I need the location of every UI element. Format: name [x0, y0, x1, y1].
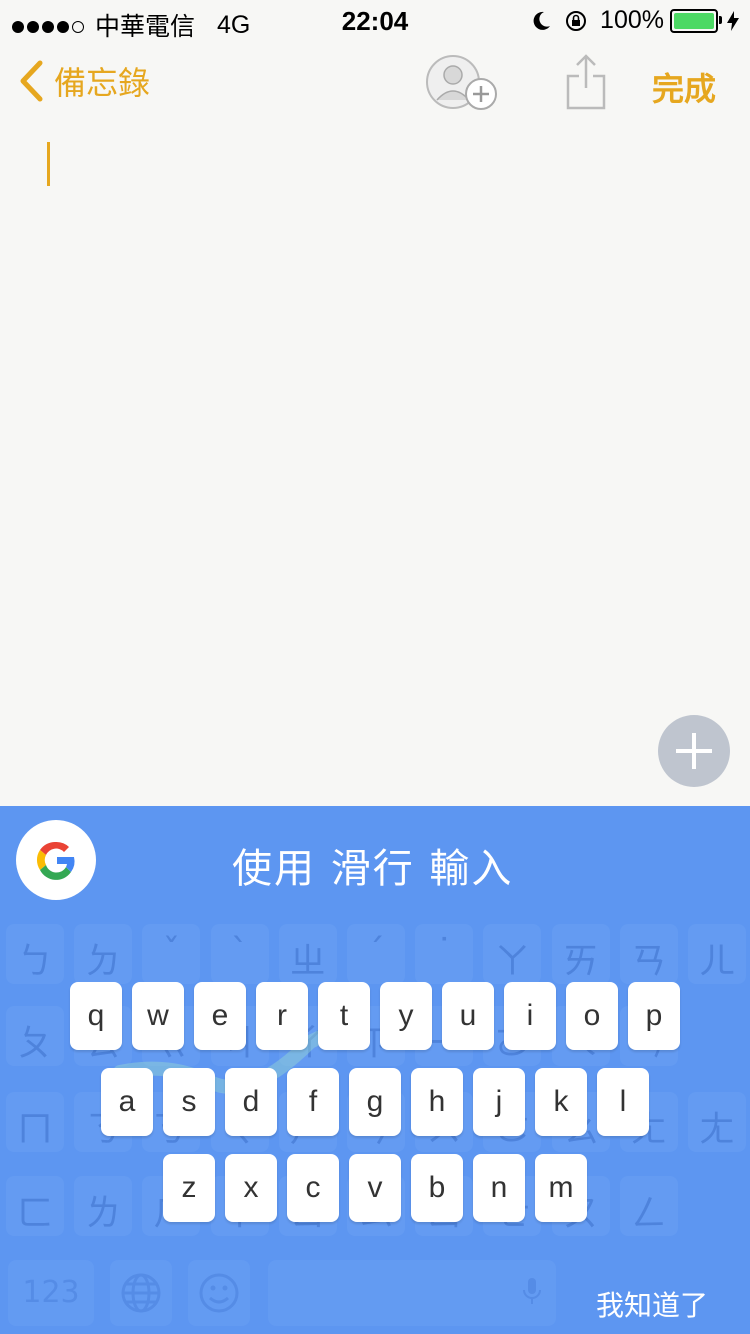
- share-icon[interactable]: [564, 52, 608, 112]
- status-right: 100%: [530, 6, 740, 35]
- status-bar: 中華電信 4G 22:04 100%: [0, 0, 750, 41]
- microphone-icon: [523, 1278, 541, 1304]
- key-d[interactable]: d: [225, 1068, 277, 1136]
- key-f[interactable]: f: [287, 1068, 339, 1136]
- globe-icon[interactable]: [110, 1260, 172, 1326]
- ghost-zhuyin-key: ㄉ: [85, 941, 122, 982]
- ghost-zhuyin-key: ㄦ: [698, 941, 735, 982]
- key-i[interactable]: i: [504, 982, 556, 1050]
- key-p[interactable]: p: [628, 982, 680, 1050]
- key-w[interactable]: w: [132, 982, 184, 1050]
- battery-icon: [670, 8, 722, 33]
- ghost-zhuyin-key: ㄅ: [16, 941, 53, 982]
- ghost-zhuyin-key: ㄇ: [16, 1109, 53, 1150]
- key-u[interactable]: u: [442, 982, 494, 1050]
- add-person-icon[interactable]: [425, 54, 499, 114]
- add-attachment-button[interactable]: [658, 715, 730, 787]
- key-t[interactable]: t: [318, 982, 370, 1050]
- nav-bar: 備忘錄 完成: [0, 40, 750, 130]
- key-v[interactable]: v: [349, 1154, 401, 1222]
- key-q[interactable]: q: [70, 982, 122, 1050]
- space-key[interactable]: [268, 1260, 556, 1326]
- key-y[interactable]: y: [380, 982, 432, 1050]
- ghost-zhuyin-key: ˋ: [230, 932, 249, 973]
- key-o[interactable]: o: [566, 982, 618, 1050]
- battery-percent: 100%: [600, 6, 664, 34]
- done-button[interactable]: 完成: [652, 64, 716, 110]
- dismiss-hint-button[interactable]: 我知道了: [596, 1284, 708, 1324]
- ghost-zhuyin-key: ˊ: [367, 932, 385, 973]
- back-button[interactable]: 備忘錄: [18, 58, 150, 104]
- key-b[interactable]: b: [411, 1154, 463, 1222]
- key-m[interactable]: m: [535, 1154, 587, 1222]
- key-l[interactable]: l: [597, 1068, 649, 1136]
- key-g[interactable]: g: [349, 1068, 401, 1136]
- key-j[interactable]: j: [473, 1068, 525, 1136]
- key-r[interactable]: r: [256, 982, 308, 1050]
- ghost-zhuyin-key: ㄓ: [289, 941, 326, 982]
- numbers-key[interactable]: 123: [8, 1260, 94, 1326]
- moon-icon: [533, 11, 551, 30]
- charging-bolt-icon: [727, 10, 739, 31]
- ghost-zhuyin-key: ˇ: [162, 932, 181, 973]
- ghost-zhuyin-key: ㄚ: [494, 941, 531, 982]
- ghost-zhuyin-key: ˙: [435, 932, 454, 973]
- ghost-zhuyin-key: ㄈ: [16, 1193, 53, 1234]
- ghost-zhuyin-key: ㄞ: [562, 941, 599, 982]
- ghost-zhuyin-key: ㄥ: [630, 1193, 667, 1234]
- rotation-lock-icon: [566, 10, 587, 31]
- key-s[interactable]: s: [163, 1068, 215, 1136]
- chevron-left-icon: [20, 60, 43, 102]
- keyboard-bottom-bar: 123 我知道了: [0, 1252, 750, 1334]
- text-cursor: [47, 142, 50, 186]
- key-n[interactable]: n: [473, 1154, 525, 1222]
- key-z[interactable]: z: [163, 1154, 215, 1222]
- google-logo-icon[interactable]: [16, 820, 96, 900]
- key-e[interactable]: e: [194, 982, 246, 1050]
- key-a[interactable]: a: [101, 1068, 153, 1136]
- gboard-keyboard[interactable]: 使用 滑行 輸入 ㄅㄉˇˋㄓˊ˙ㄚㄞㄢㄦㄆㄊㄍㄐㄔㄗㄧㄛㄟㄣㄇㄋㄎㄑㄕㄘㄨㄜㄠㄤ…: [0, 806, 750, 1334]
- key-x[interactable]: x: [225, 1154, 277, 1222]
- ghost-zhuyin-key: ㄆ: [16, 1023, 53, 1064]
- ghost-zhuyin-key: ㄢ: [630, 941, 667, 982]
- keyboard-hint-title: 使用 滑行 輸入: [232, 846, 514, 892]
- ghost-zhuyin-key: ㄌ: [85, 1193, 122, 1234]
- key-k[interactable]: k: [535, 1068, 587, 1136]
- key-c[interactable]: c: [287, 1154, 339, 1222]
- back-label: 備忘錄: [54, 64, 151, 102]
- ghost-zhuyin-key: ㄤ: [698, 1109, 735, 1150]
- emoji-icon[interactable]: [188, 1260, 250, 1326]
- key-h[interactable]: h: [411, 1068, 463, 1136]
